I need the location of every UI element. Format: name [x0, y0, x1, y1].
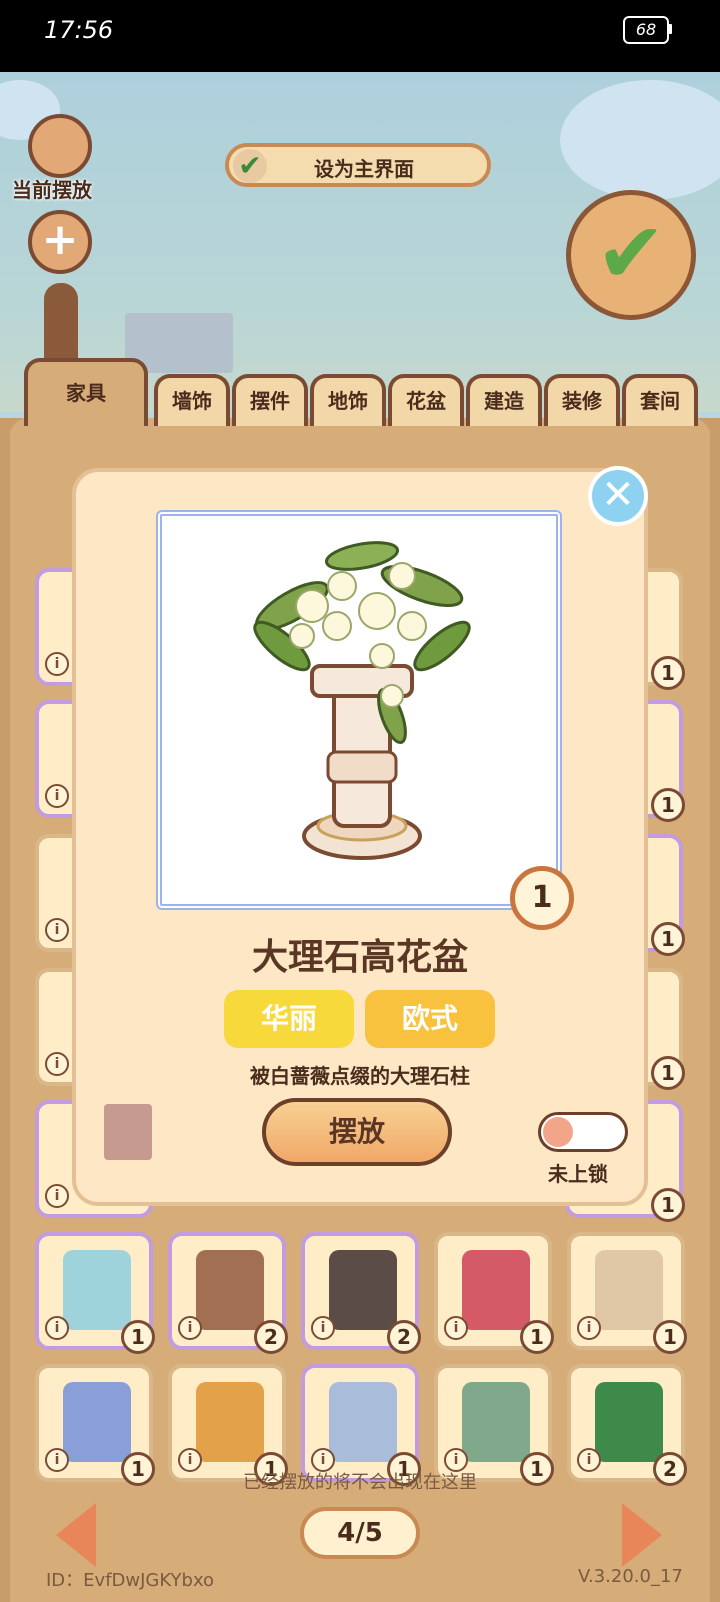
grid-item[interactable]: i 1 — [35, 1232, 155, 1354]
item-count-badge: 1 — [651, 922, 685, 956]
check-icon: ✔ — [233, 149, 267, 183]
page-indicator: 4/5 — [300, 1507, 420, 1559]
lock-toggle[interactable] — [538, 1112, 628, 1152]
grid-item[interactable]: i 1 — [567, 1232, 687, 1354]
item-thumbnail — [595, 1382, 663, 1462]
info-icon[interactable]: i — [45, 918, 69, 942]
grid-item[interactable]: i 1 — [35, 1364, 155, 1486]
info-icon[interactable]: i — [45, 1316, 69, 1340]
placed-hint: 已经摆放的将不会出现在这里 — [243, 1472, 477, 1493]
item-count-badge: 1 — [121, 1320, 155, 1354]
tab-build[interactable]: 建造 — [466, 374, 542, 426]
place-button[interactable]: 摆放 — [262, 1098, 452, 1166]
tab-furniture[interactable]: 家具 — [24, 358, 148, 426]
info-icon[interactable]: i — [45, 1052, 69, 1076]
item-preview-frame — [156, 510, 562, 910]
grid-item[interactable]: i 2 — [567, 1364, 687, 1486]
item-count-badge: 1 — [651, 656, 685, 690]
lock-status-label: 未上锁 — [548, 1162, 608, 1186]
placed-items-button[interactable] — [28, 114, 92, 178]
info-icon[interactable]: i — [178, 1316, 202, 1340]
info-icon[interactable]: i — [45, 784, 69, 808]
tab-ornaments[interactable]: 摆件 — [232, 374, 308, 426]
grid-item[interactable]: i 1 — [301, 1364, 421, 1486]
grid-item[interactable]: i 1 — [168, 1364, 288, 1486]
item-count-badge: 1 — [651, 1188, 685, 1222]
item-thumbnail — [462, 1250, 530, 1330]
item-count-badge: 1 — [653, 1320, 687, 1354]
grid-item[interactable]: i 2 — [301, 1232, 421, 1354]
style-tag: 欧式 — [365, 990, 495, 1048]
item-name: 大理石高花盆 — [251, 937, 468, 978]
close-icon[interactable]: ✕ — [588, 466, 648, 526]
item-count-badge: 2 — [387, 1320, 421, 1354]
item-count-badge: 1 — [651, 1056, 685, 1090]
grid-item[interactable]: i 2 — [168, 1232, 288, 1354]
user-id: ID：EvfDwJGKYbxo — [46, 1570, 215, 1591]
info-icon[interactable]: i — [444, 1316, 468, 1340]
item-thumbnail — [196, 1382, 264, 1462]
marble-planter-illustration — [253, 541, 471, 860]
version-label: V.3.20.0_17 — [578, 1566, 683, 1587]
item-count-badge: 1 — [651, 788, 685, 822]
battery-icon: 68 — [623, 16, 669, 44]
battery-tip — [668, 24, 672, 34]
item-description: 被白蔷薇点缀的大理石柱 — [250, 1064, 470, 1088]
tab-floor-decor[interactable]: 地饰 — [310, 374, 386, 426]
tab-planters[interactable]: 花盆 — [388, 374, 464, 426]
placed-items-label: 当前摆放 — [12, 178, 92, 202]
item-thumbnail — [196, 1250, 264, 1330]
info-icon[interactable]: i — [45, 652, 69, 676]
style-tag: 华丽 — [224, 990, 354, 1048]
info-icon[interactable]: i — [311, 1316, 335, 1340]
set-main-label: 设为主界面 — [314, 157, 414, 181]
item-thumbnail — [63, 1250, 131, 1330]
item-count-badge: 2 — [254, 1320, 288, 1354]
status-time: 17:56 — [44, 16, 114, 44]
lock-icon — [543, 1117, 573, 1147]
info-icon[interactable]: i — [577, 1316, 601, 1340]
item-thumbnail — [462, 1382, 530, 1462]
add-button[interactable]: + — [28, 210, 92, 274]
item-thumbnail — [329, 1382, 397, 1462]
item-thumbnail — [595, 1250, 663, 1330]
next-page-arrow-icon[interactable] — [622, 1503, 662, 1567]
info-icon[interactable]: i — [45, 1184, 69, 1208]
prev-page-arrow-icon[interactable] — [56, 1503, 96, 1567]
tab-suites[interactable]: 套间 — [622, 374, 698, 426]
item-count-badge: 1 — [520, 1320, 554, 1354]
item-count-badge: 1 — [510, 866, 574, 930]
grid-item[interactable]: i 1 — [434, 1364, 554, 1486]
tab-wall-decor[interactable]: 墙饰 — [154, 374, 230, 426]
set-main-screen-toggle[interactable]: ✔ 设为主界面 — [225, 143, 491, 187]
grid-item[interactable]: i 1 — [434, 1232, 554, 1354]
confirm-button[interactable]: ✔ — [566, 190, 696, 320]
category-tabs: 家具 墙饰 摆件 地饰 花盆 建造 装修 套间 — [24, 358, 720, 426]
tab-renovation[interactable]: 装修 — [544, 374, 620, 426]
bookmark-icon[interactable] — [104, 1104, 152, 1160]
item-thumbnail — [63, 1382, 131, 1462]
item-thumbnail — [329, 1250, 397, 1330]
